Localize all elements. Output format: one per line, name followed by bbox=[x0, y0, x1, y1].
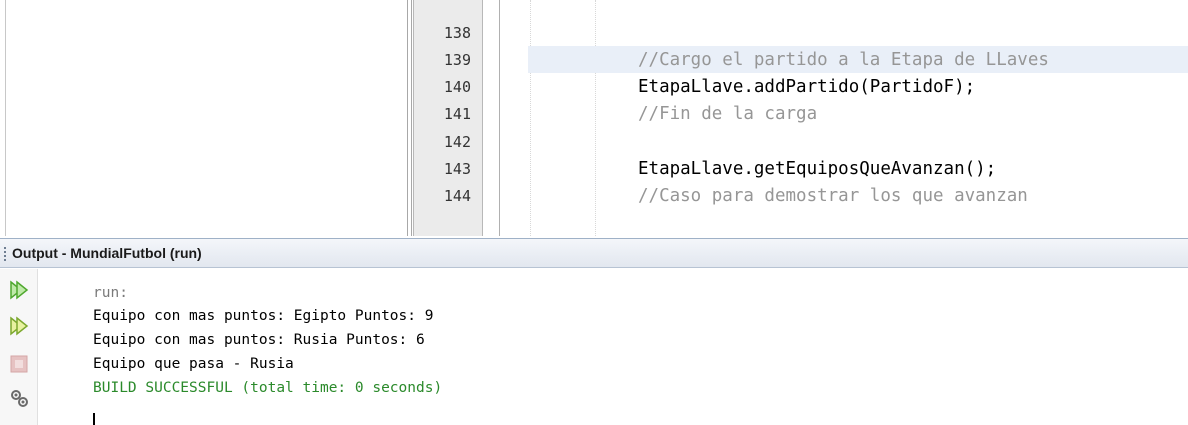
code-editor[interactable]: 138 139 140 141 142 143 144 //Cargo el p… bbox=[0, 0, 1188, 236]
output-panel-title[interactable]: Output - MundialFutbol (run) bbox=[12, 245, 202, 261]
fold-margin[interactable] bbox=[484, 0, 500, 236]
indent-guide bbox=[595, 0, 596, 236]
code-line[interactable]: EtapaLlave.getEquiposQueAvanzan(); bbox=[638, 156, 996, 182]
line-number: 143 bbox=[443, 160, 471, 178]
console-line: run: bbox=[93, 285, 128, 301]
code-comment[interactable]: //Cargo el partido a la Etapa de LLaves bbox=[638, 47, 1049, 73]
drag-grip-icon[interactable] bbox=[4, 247, 6, 261]
console-line: Equipo con mas puntos: Egipto Puntos: 9 bbox=[93, 308, 434, 324]
text-cursor bbox=[93, 413, 95, 425]
fold-margin-border bbox=[499, 0, 500, 236]
line-number: 144 bbox=[443, 187, 471, 205]
code-line[interactable]: EtapaLlave.addPartido(PartidoF); bbox=[638, 74, 975, 100]
console-line: Equipo que pasa - Rusia bbox=[93, 356, 294, 372]
line-number: 142 bbox=[443, 133, 471, 151]
output-panel-header[interactable]: Output - MundialFutbol (run) bbox=[0, 238, 1188, 268]
rerun-with-options-icon[interactable] bbox=[8, 315, 30, 337]
editor-left-panel bbox=[0, 0, 412, 236]
panel-divider[interactable] bbox=[411, 0, 412, 236]
stop-icon[interactable] bbox=[8, 353, 30, 375]
code-comment[interactable]: //Fin de la carga bbox=[638, 101, 817, 127]
console-line: Equipo con mas puntos: Rusia Puntos: 6 bbox=[93, 332, 425, 348]
code-comment[interactable]: //Caso para demostrar los que avanzan bbox=[638, 183, 1028, 209]
line-number: 139 bbox=[443, 51, 471, 69]
console-build-status: BUILD SUCCESSFUL (total time: 0 seconds) bbox=[93, 380, 443, 396]
run-again-icon[interactable] bbox=[8, 279, 30, 301]
indent-guide bbox=[530, 0, 531, 236]
panel-divider bbox=[407, 0, 408, 236]
panel-divider bbox=[5, 0, 6, 236]
line-number: 138 bbox=[443, 24, 471, 42]
line-number: 141 bbox=[443, 105, 471, 123]
line-number: 140 bbox=[443, 78, 471, 96]
output-toolbar bbox=[0, 269, 38, 425]
settings-icon[interactable] bbox=[8, 387, 30, 409]
